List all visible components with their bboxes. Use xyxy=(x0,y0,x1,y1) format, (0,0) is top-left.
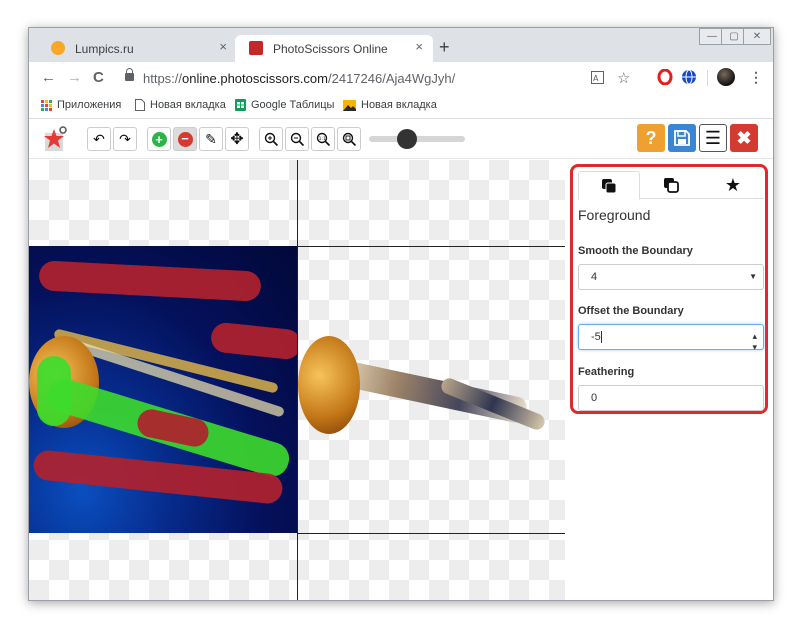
offset-boundary-value: -5 xyxy=(591,331,601,343)
close-app-button[interactable]: ✖ xyxy=(730,124,758,152)
opera-icon[interactable] xyxy=(657,68,673,90)
background-tab[interactable] xyxy=(640,171,702,199)
feathering-input[interactable]: 0 xyxy=(578,385,764,411)
reload-button[interactable]: C xyxy=(93,69,104,86)
browser-menu-icon[interactable]: ⋮ xyxy=(749,69,763,86)
bookmark-label: Новая вкладка xyxy=(361,99,437,111)
smooth-boundary-label: Smooth the Boundary xyxy=(578,245,693,257)
slider-handle[interactable] xyxy=(397,129,418,149)
foreground-tab[interactable] xyxy=(578,171,640,200)
keep-marker-button[interactable]: + xyxy=(147,127,171,151)
zoom-fit-icon xyxy=(342,132,356,146)
foreground-settings-panel: ★ Foreground Smooth the Boundary 4 ▼ Off… xyxy=(570,164,768,414)
zoom-actual-size-button[interactable]: 1:1 xyxy=(311,127,335,151)
bookmark-google-sheets[interactable]: Google Таблицы xyxy=(235,99,334,111)
translate-icon[interactable]: A xyxy=(591,71,604,87)
tab-photoscissors[interactable]: PhotoScissors Online × xyxy=(235,35,433,62)
tab-title: Lumpics.ru xyxy=(75,42,134,56)
browser-toolbar: ← → C https://online.photoscissors.com/2… xyxy=(29,62,773,95)
bookmark-new-tab-1[interactable]: Новая вкладка xyxy=(135,99,226,111)
bookmark-apps[interactable]: Приложения xyxy=(41,99,121,111)
smooth-boundary-select[interactable]: 4 ▼ xyxy=(578,264,764,290)
forward-button[interactable]: → xyxy=(67,69,82,86)
lumpics-favicon-icon xyxy=(51,41,65,55)
bookmark-new-tab-2[interactable]: Новая вкладка xyxy=(343,99,437,111)
zoom-out-button[interactable] xyxy=(285,127,309,151)
image-boundary-line xyxy=(298,246,565,247)
number-spinner-icon[interactable]: ▴ ▾ xyxy=(752,331,757,353)
feathering-label: Feathering xyxy=(578,366,635,378)
remove-stroke xyxy=(38,260,262,302)
brush-size-slider[interactable] xyxy=(369,129,465,149)
photoscissors-logo-icon xyxy=(43,125,69,158)
star-icon: ★ xyxy=(724,174,742,195)
bookmark-label: Новая вкладка xyxy=(150,99,226,111)
bookmark-star-icon[interactable]: ☆ xyxy=(617,69,630,87)
app-toolbar: ↶ ↷ + − ✎ ✥ 1:1 ? ☰ ✖ xyxy=(29,119,773,159)
lock-icon xyxy=(125,68,134,81)
remove-marker-button[interactable]: − xyxy=(173,127,197,151)
photoscissors-favicon-icon xyxy=(249,41,263,55)
help-button[interactable]: ? xyxy=(637,124,665,152)
jellyfish-bell-cutout xyxy=(298,336,360,434)
tab-strip: Lumpics.ru × PhotoScissors Online × + — … xyxy=(29,28,773,62)
close-tab-icon[interactable]: × xyxy=(415,39,423,54)
redo-button[interactable]: ↷ xyxy=(113,127,137,151)
eraser-button[interactable]: ✎ xyxy=(199,127,223,151)
background-layers-icon xyxy=(664,178,679,193)
zoom-fit-button[interactable] xyxy=(337,127,361,151)
dropdown-caret-icon: ▼ xyxy=(749,272,757,281)
remove-stroke xyxy=(209,321,297,361)
text-cursor xyxy=(600,331,602,344)
back-button[interactable]: ← xyxy=(41,69,56,86)
effects-tab[interactable]: ★ xyxy=(702,171,764,199)
smooth-boundary-value: 4 xyxy=(591,271,598,283)
bookmark-label: Приложения xyxy=(57,99,122,111)
address-bar[interactable]: https://online.photoscissors.com/2417246… xyxy=(121,66,665,92)
bookmarks-bar: Приложения Новая вкладка Google Таблицы … xyxy=(29,95,773,119)
toolbar-divider xyxy=(707,70,708,86)
save-button[interactable] xyxy=(668,124,696,152)
offset-boundary-input[interactable]: -5 ▴ ▾ xyxy=(578,324,764,353)
panel-section-title: Foreground xyxy=(578,207,651,223)
split-divider xyxy=(297,160,298,600)
tab-title: PhotoScissors Online xyxy=(273,42,388,56)
result-image xyxy=(298,246,565,533)
svg-text:1:1: 1:1 xyxy=(318,136,325,142)
url-text: https://online.photoscissors.com/2417246… xyxy=(143,71,456,86)
move-button[interactable]: ✥ xyxy=(225,127,249,151)
close-window-button[interactable]: ✕ xyxy=(743,28,771,45)
page-icon xyxy=(135,99,145,111)
panel-tabs: ★ xyxy=(578,171,764,200)
svg-text:A: A xyxy=(593,74,599,83)
photoscissors-app: ↶ ↷ + − ✎ ✥ 1:1 ? ☰ ✖ ★ Foreground Smoot… xyxy=(29,119,773,600)
browser-window: Lumpics.ru × PhotoScissors Online × + — … xyxy=(28,27,774,601)
save-disk-icon xyxy=(674,130,690,146)
zoom-out-icon xyxy=(290,132,304,146)
image-icon xyxy=(343,99,356,111)
undo-button[interactable]: ↶ xyxy=(87,127,111,151)
new-tab-button[interactable]: + xyxy=(439,37,450,58)
zoom-in-button[interactable] xyxy=(259,127,283,151)
sheets-icon xyxy=(235,99,246,111)
close-tab-icon[interactable]: × xyxy=(219,39,227,54)
profile-avatar[interactable] xyxy=(717,68,735,86)
image-boundary-line xyxy=(298,533,565,534)
foreground-layers-icon xyxy=(602,178,617,193)
bookmark-label: Google Таблицы xyxy=(251,99,335,111)
offset-boundary-label: Offset the Boundary xyxy=(578,305,684,317)
minus-circle-icon: − xyxy=(177,131,193,147)
zoom-actual-icon: 1:1 xyxy=(316,132,330,146)
vpn-globe-icon[interactable] xyxy=(681,69,697,90)
apps-grid-icon xyxy=(41,99,52,111)
tab-lumpics[interactable]: Lumpics.ru × xyxy=(37,35,237,62)
zoom-in-icon xyxy=(264,132,278,146)
feathering-value: 0 xyxy=(591,392,598,404)
source-image[interactable] xyxy=(29,246,297,533)
editing-canvas[interactable] xyxy=(29,160,565,600)
menu-button[interactable]: ☰ xyxy=(699,124,727,152)
plus-circle-icon: + xyxy=(151,131,167,147)
